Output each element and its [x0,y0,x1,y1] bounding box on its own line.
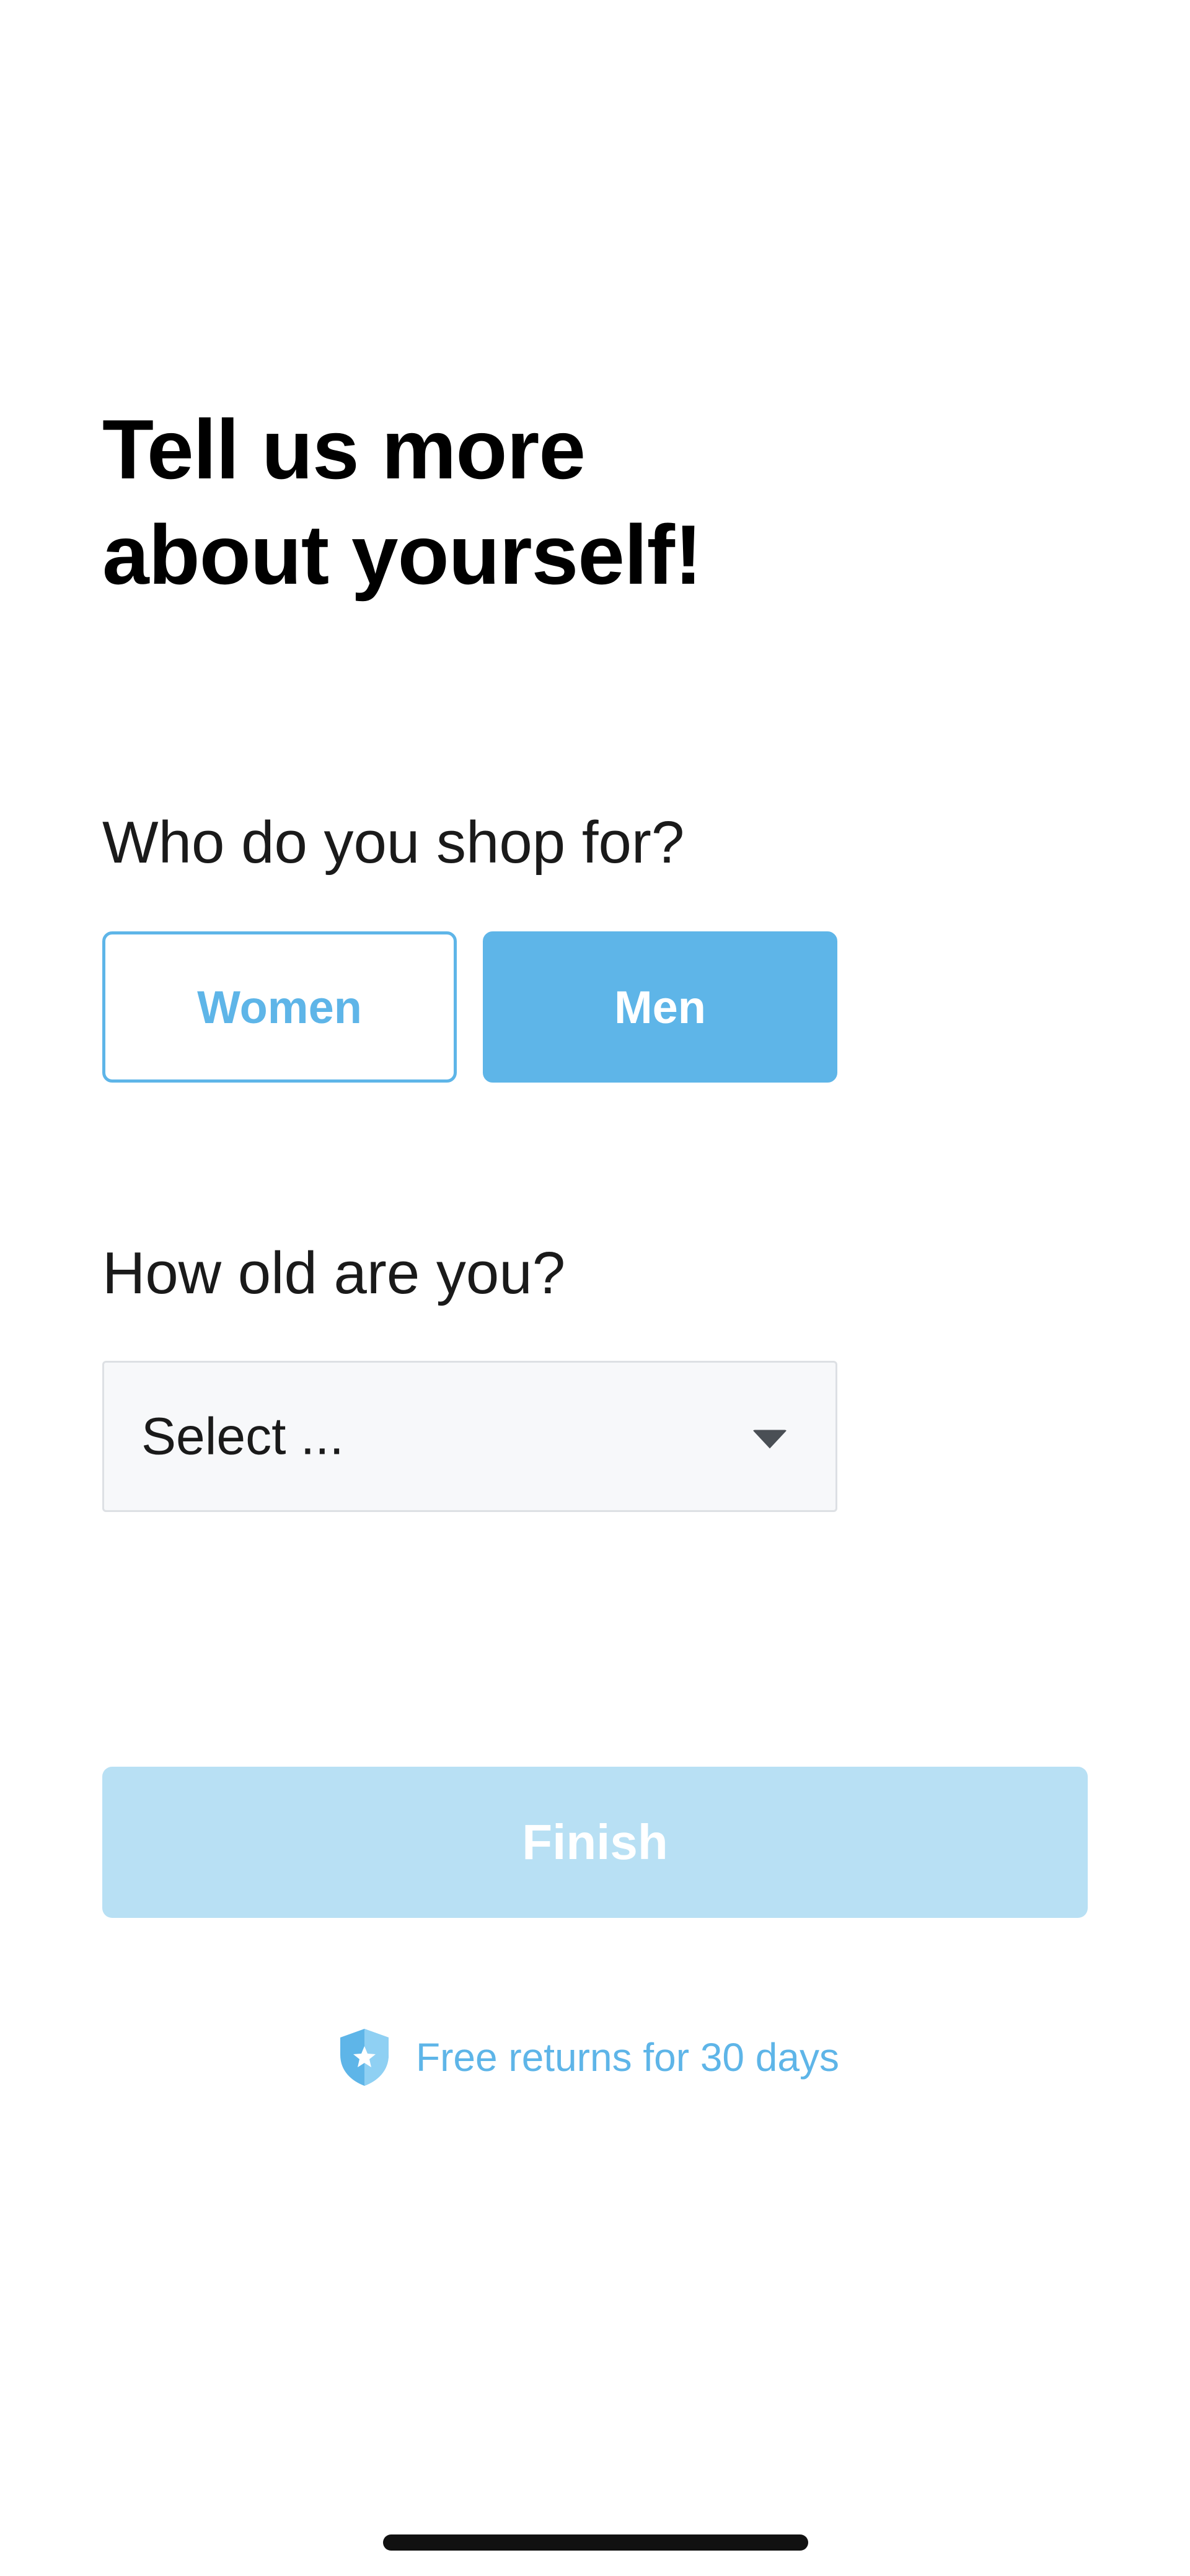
shield-star-icon [340,2029,389,2086]
page-title-line-1: Tell us more [102,402,586,496]
men-option-button[interactable]: Men [483,931,837,1083]
age-question: How old are you? [102,1240,566,1306]
free-returns-text: Free returns for 30 days [416,2035,839,2080]
page-title-line-2: about yourself! [102,508,702,602]
caret-down-icon [752,1430,787,1449]
shop-for-question: Who do you shop for? [102,809,685,876]
page-title: Tell us more about yourself! [102,397,970,607]
home-indicator[interactable] [383,2534,808,2551]
finish-button[interactable]: Finish [102,1767,1088,1918]
free-returns-notice: Free returns for 30 days [338,2026,839,2088]
women-option-button[interactable]: Women [102,931,457,1083]
onboarding-profile-screen: Tell us more about yourself! Who do you … [0,0,1190,2576]
age-select[interactable]: Select ... [102,1361,837,1512]
age-select-value: Select ... [141,1407,344,1466]
